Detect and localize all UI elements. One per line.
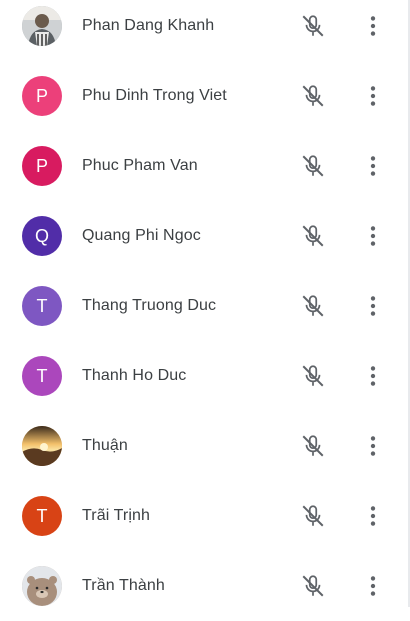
more-vert-icon[interactable] (360, 13, 386, 39)
mic-off-icon[interactable] (300, 13, 326, 39)
mic-off-icon[interactable] (300, 83, 326, 109)
avatar: T (22, 286, 62, 326)
participant-row[interactable]: T Thanh Ho Duc (0, 341, 408, 411)
more-vert-icon[interactable] (360, 293, 386, 319)
participant-row[interactable]: P Phuc Pham Van (0, 131, 408, 201)
participant-row[interactable]: Q Quang Phi Ngoc (0, 201, 408, 271)
more-vert-icon[interactable] (360, 573, 386, 599)
participant-row[interactable]: T Thang Truong Duc (0, 271, 408, 341)
avatar: Q (22, 216, 62, 256)
participant-name: Phan Dang Khanh (82, 17, 215, 34)
mic-off-icon[interactable] (300, 433, 326, 459)
more-vert-icon[interactable] (360, 363, 386, 389)
participant-photo (22, 426, 62, 466)
participant-name: Thanh Ho Duc (82, 367, 187, 384)
avatar: T (22, 356, 62, 396)
avatar (22, 426, 62, 466)
avatar: P (22, 146, 62, 186)
participant-name: Phuc Pham Van (82, 157, 198, 174)
participant-name: Trãi Trịnh (82, 507, 150, 524)
participant-row[interactable]: Phan Dang Khanh (0, 0, 408, 61)
more-vert-icon[interactable] (360, 433, 386, 459)
avatar (22, 566, 62, 606)
participant-name: Thuận (82, 437, 128, 454)
participant-name: Trần Thành (82, 577, 165, 594)
avatar (22, 6, 62, 46)
mic-off-icon[interactable] (300, 153, 326, 179)
participant-photo (22, 566, 62, 606)
participant-row[interactable]: Trần Thành (0, 551, 408, 621)
mic-off-icon[interactable] (300, 573, 326, 599)
participants-list: Phan Dang Khanh P Phu Dinh Trong Viet P … (0, 0, 408, 607)
participant-row[interactable]: Thuận (0, 411, 408, 481)
participant-row[interactable]: T Trãi Trịnh (0, 481, 408, 551)
mic-off-icon[interactable] (300, 223, 326, 249)
avatar: T (22, 496, 62, 536)
avatar: P (22, 76, 62, 116)
more-vert-icon[interactable] (360, 83, 386, 109)
mic-off-icon[interactable] (300, 503, 326, 529)
mic-off-icon[interactable] (300, 363, 326, 389)
participant-name: Thang Truong Duc (82, 297, 217, 314)
more-vert-icon[interactable] (360, 223, 386, 249)
participant-name: Phu Dinh Trong Viet (82, 87, 227, 104)
more-vert-icon[interactable] (360, 503, 386, 529)
mic-off-icon[interactable] (300, 293, 326, 319)
participant-name: Quang Phi Ngoc (82, 227, 201, 244)
participant-row[interactable]: P Phu Dinh Trong Viet (0, 61, 408, 131)
participant-photo (22, 6, 62, 46)
more-vert-icon[interactable] (360, 153, 386, 179)
